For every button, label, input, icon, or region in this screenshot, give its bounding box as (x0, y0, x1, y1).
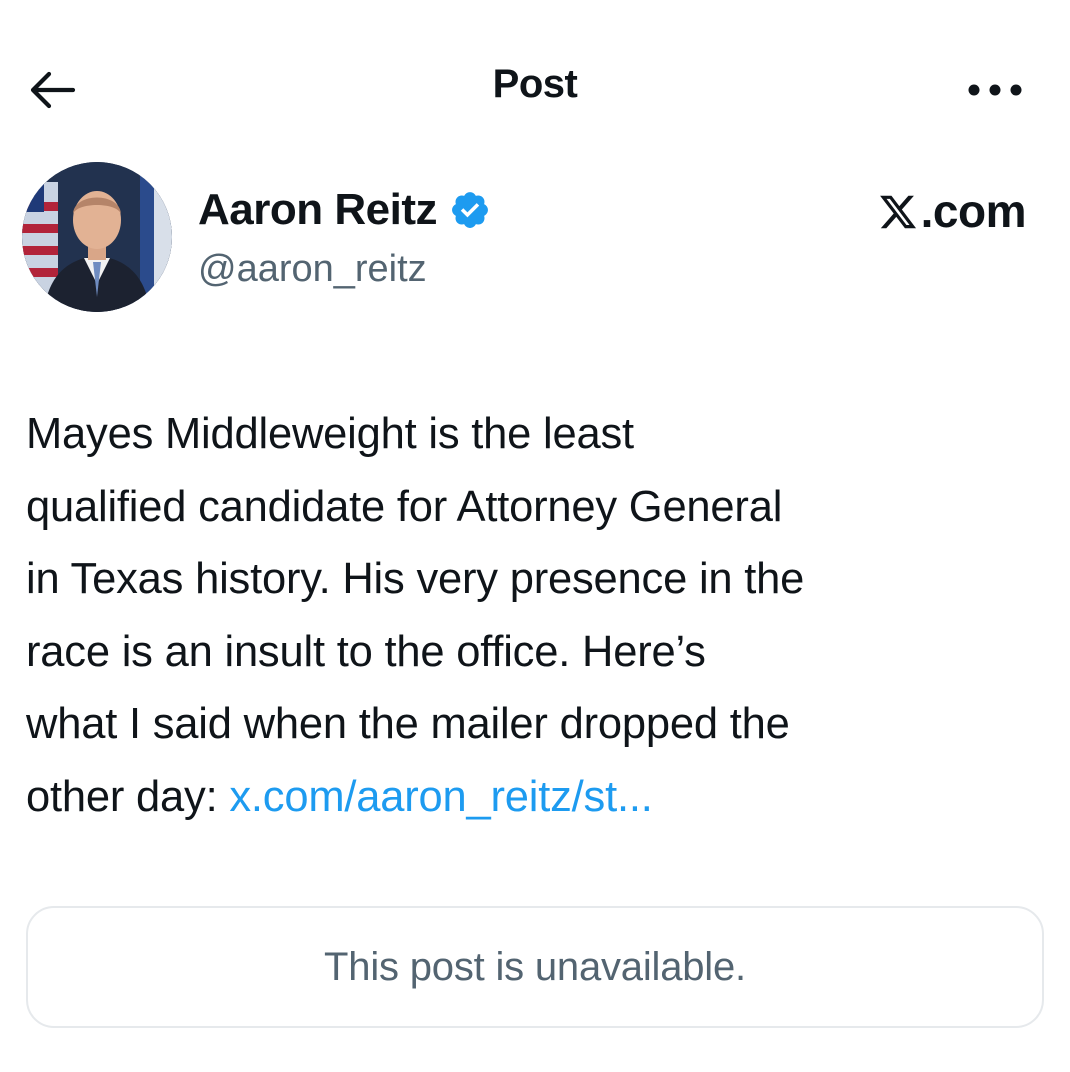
post-text: Mayes Middleweight is the least qualifie… (26, 398, 1056, 833)
post-line: other day: (26, 772, 230, 821)
x-logo-icon (879, 195, 916, 229)
author-avatar[interactable] (22, 162, 172, 312)
author-name-row: Aaron Reitz (198, 184, 491, 236)
post-line: race is an insult to the office. Here’s (26, 627, 706, 676)
brand-watermark: .com (878, 184, 1027, 238)
post-line: qualified candidate for Attorney General (26, 482, 783, 531)
post-line: Mayes Middleweight is the least (26, 410, 634, 458)
post-line-last: other day: x.com/aaron_reitz/st... (26, 761, 1056, 834)
more-horizontal-icon (968, 84, 1022, 96)
unavailable-message: This post is unavailable. (324, 944, 746, 989)
post-line: in Texas history. His very presence in t… (26, 555, 805, 603)
post-line: what I said when the mailer dropped the (26, 700, 790, 748)
page-title: Post (492, 62, 578, 106)
brand-text: .com (920, 185, 1027, 237)
profile-photo (22, 162, 172, 312)
post-link[interactable]: x.com/aaron_reitz/st... (229, 773, 653, 821)
verified-badge-icon (452, 192, 488, 228)
author-name[interactable]: Aaron Reitz (198, 185, 437, 235)
top-bar: Post (0, 0, 1070, 150)
quoted-post-card[interactable]: This post is unavailable. (26, 906, 1044, 1028)
author-handle[interactable]: @aaron_reitz (198, 248, 427, 291)
more-options-button[interactable] (955, 66, 1035, 114)
